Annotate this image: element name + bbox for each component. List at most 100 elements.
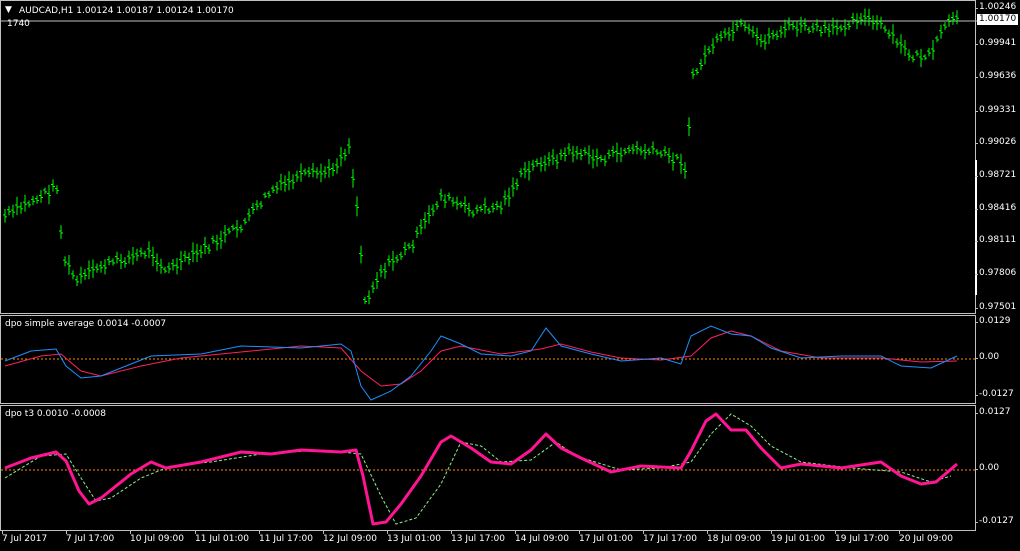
price-bar: [199, 245, 203, 258]
price-bar: [751, 25, 755, 38]
price-bar: [471, 210, 475, 218]
price-bar: [71, 270, 75, 280]
price-bar: [503, 190, 507, 206]
price-bar: [63, 256, 67, 267]
price-bar: [415, 226, 419, 238]
price-bar: [487, 207, 491, 214]
price-bar: [935, 35, 939, 43]
time-axis[interactable]: 7 Jul 2017 7 Jul 17:00 10 Jul 09:00 11 Jul …: [0, 530, 976, 551]
price-bar: [239, 224, 243, 233]
price-bar: [551, 149, 555, 165]
dpo1-tick-zero: 0.00: [974, 352, 1000, 362]
price-bar: [719, 31, 723, 42]
price-bar: [319, 163, 323, 183]
price-bar: [643, 143, 647, 160]
price-bar: [23, 194, 27, 212]
price-bar: [743, 20, 747, 32]
price-bar: [823, 20, 827, 33]
time-tick: 13 Jul 01:00: [387, 530, 441, 544]
price-bar: [791, 21, 795, 31]
price-bar: [215, 234, 219, 251]
price-bar: [299, 163, 303, 182]
time-tick: 19 Jul 01:00: [771, 530, 825, 544]
price-bar: [151, 246, 155, 267]
dpo-simple-average-axis[interactable]: 0.0129 0.00 -0.0127: [974, 315, 1020, 404]
price-bar: [727, 27, 731, 41]
dpo-t3-axis[interactable]: 0.0127 0.00 -0.0127: [974, 405, 1020, 531]
price-bar: [419, 219, 423, 235]
price-bar: [91, 259, 95, 278]
price-bar: [735, 19, 739, 31]
price-bar: [211, 235, 215, 244]
price-bar: [951, 12, 955, 25]
price-bar: [483, 197, 487, 214]
price-bar: [875, 15, 879, 31]
dpo-t3-svg: [1, 412, 977, 526]
price-bar: [163, 266, 167, 274]
time-tick: 20 Jul 09:00: [899, 530, 953, 544]
chart-header: AUDCAD,H1 1.00124 1.00187 1.00124 1.0017…: [19, 6, 234, 16]
price-tick: 0.99331: [974, 105, 1017, 115]
price-bar: [3, 209, 7, 223]
price-bar: [547, 152, 551, 167]
price-bar: [335, 158, 339, 174]
dpo-t3-pane[interactable]: dpo t3 0.0010 -0.0008: [0, 405, 977, 531]
price-bar: [707, 46, 711, 55]
price-bar: [55, 185, 59, 194]
price-bar: [143, 250, 147, 259]
dpo-simple-average-svg: [1, 325, 977, 401]
price-bar: [267, 190, 271, 198]
price-bar: [723, 28, 727, 38]
price-bar: [803, 18, 807, 31]
price-bar: [475, 204, 479, 214]
price-bar: [563, 147, 567, 162]
price-bar: [427, 205, 431, 224]
price-bar: [591, 149, 595, 169]
price-tick: 0.99941: [974, 38, 1017, 48]
dpo-t3-title: dpo t3 0.0010 -0.0008: [5, 409, 106, 419]
price-bar: [619, 147, 623, 163]
price-bar: [515, 178, 519, 191]
price-bar: [555, 154, 559, 169]
price-chart-pane[interactable]: ▼ AUDCAD,H1 1.00124 1.00187 1.00124 1.00…: [0, 0, 977, 314]
price-bar: [443, 194, 447, 209]
price-bar: [647, 147, 651, 155]
dpo-simple-average-pane[interactable]: dpo simple average 0.0014 -0.0007: [0, 315, 977, 404]
price-bar: [287, 171, 291, 191]
price-bar: [775, 30, 779, 40]
price-bar: [295, 170, 299, 182]
price-bar: [567, 143, 571, 155]
price-bar: [943, 22, 947, 30]
price-bar: [355, 196, 359, 217]
price-bar: [255, 200, 259, 211]
price-bar: [811, 22, 815, 33]
price-tick: 0.99636: [974, 71, 1017, 81]
price-bar: [467, 202, 471, 217]
price-bar: [27, 200, 31, 208]
price-bar: [87, 260, 91, 280]
price-bar: [703, 45, 707, 65]
price-bar: [931, 40, 935, 60]
price-bar: [763, 34, 767, 50]
price-bar: [455, 196, 459, 210]
price-bar: [623, 148, 627, 155]
price-bar: [451, 197, 455, 207]
price-bars-svg: [1, 8, 977, 305]
price-bar: [11, 204, 15, 218]
price-bar: [611, 145, 615, 157]
price-bar: [607, 149, 611, 159]
price-bar: [135, 248, 139, 261]
price-bar: [835, 19, 839, 36]
price-bar: [171, 259, 175, 271]
price-bar: [919, 48, 923, 68]
price-bar: [83, 269, 87, 280]
time-tick: 11 Jul 17:00: [259, 530, 313, 544]
price-bar: [291, 174, 295, 190]
time-tick: 17 Jul 01:00: [579, 530, 633, 544]
price-tick: 1.00246: [974, 2, 1017, 12]
price-bar: [231, 224, 235, 231]
price-axis[interactable]: 1.00246 0.99941 0.99636 0.99331 0.99026 0.987…: [974, 0, 1020, 314]
chart-header-icon[interactable]: ▼: [5, 5, 12, 15]
price-bar: [367, 290, 371, 305]
price-bar: [879, 16, 883, 29]
